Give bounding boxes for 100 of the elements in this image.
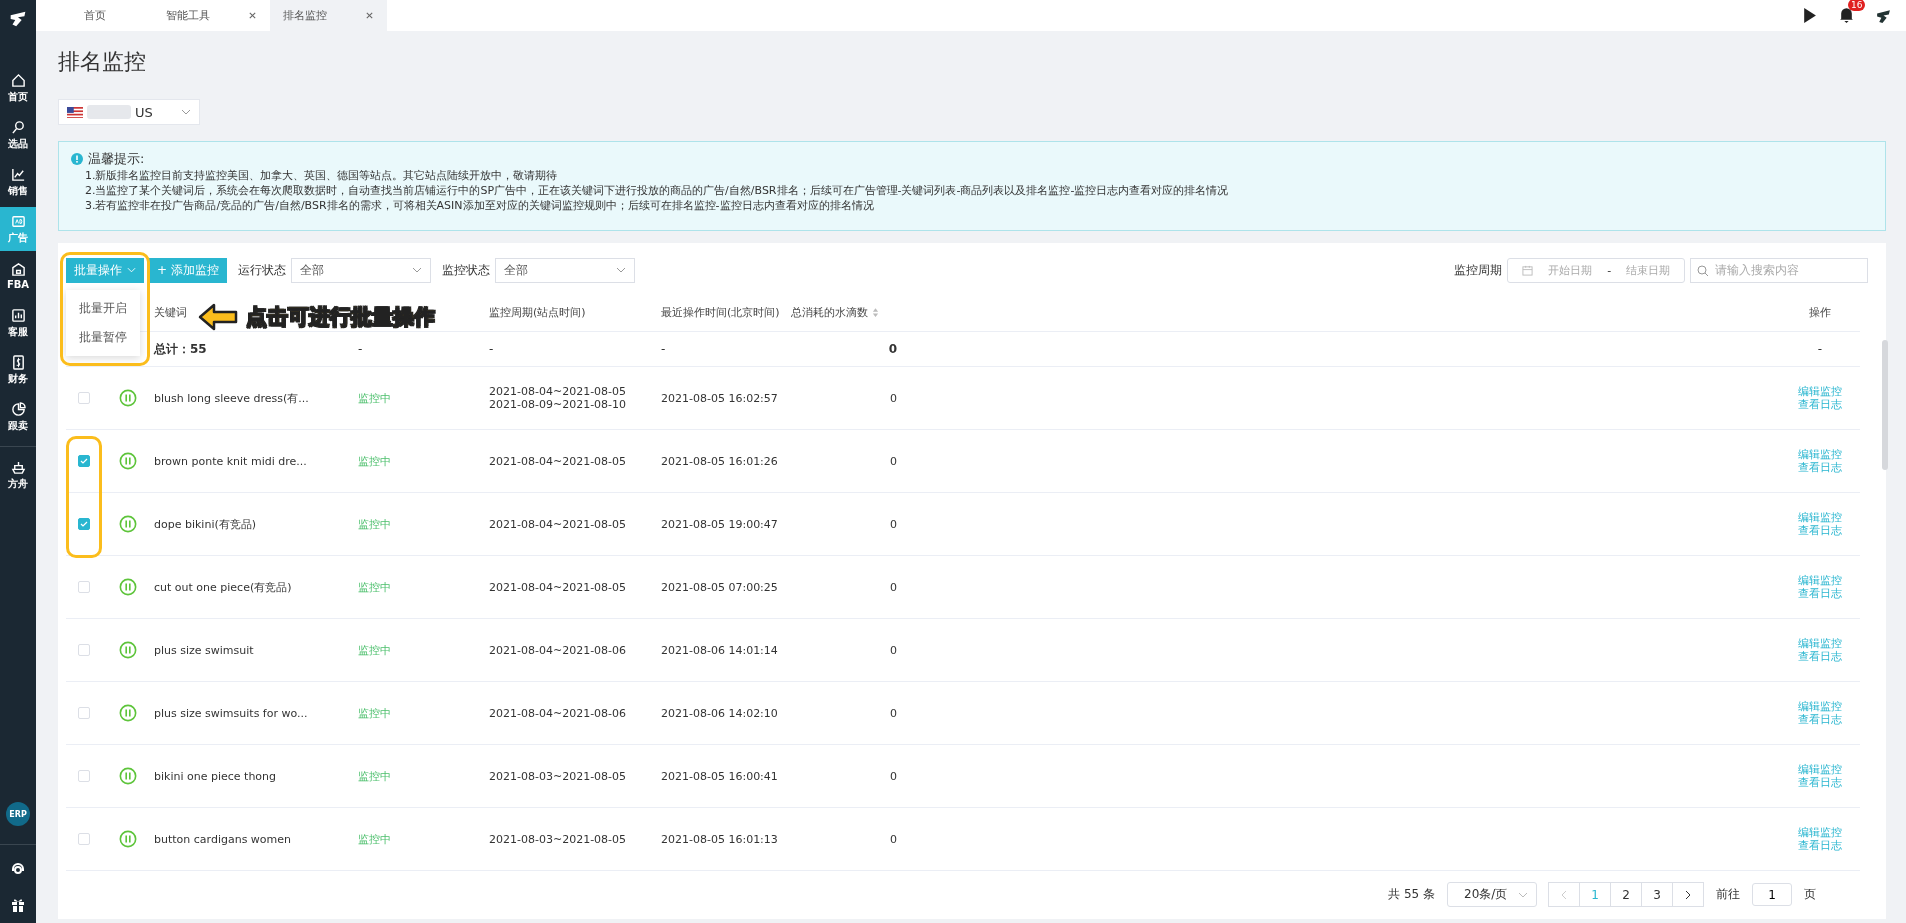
sidebar-item[interactable]: 跟卖 (0, 395, 36, 439)
table-cell-text: 0 (889, 580, 897, 594)
table-cell-text: 2021-08-04~2021-08-06 (489, 706, 628, 720)
sidebar-item[interactable]: 方舟 (0, 453, 36, 497)
status-text: 监控中 (358, 768, 392, 784)
table-cell-text: 2021-08-06 14:02:10 (661, 706, 779, 720)
total-label: 总计：55 (154, 340, 208, 358)
bar-chart-icon (10, 307, 26, 323)
menu-item[interactable]: 批量暂停 (66, 322, 140, 352)
table-cell-text: 0 (889, 517, 897, 531)
search-field[interactable]: 请输入搜索内容 (1690, 257, 1868, 283)
total-count: 共 55 条 (1388, 886, 1435, 903)
ad-icon (10, 213, 26, 229)
close-icon[interactable] (365, 11, 374, 20)
page-button[interactable]: 3 (1641, 882, 1673, 907)
table-cell-text: 2021-08-03~2021-08-05 (489, 832, 628, 846)
checkbox[interactable] (78, 518, 90, 530)
previous-page-button[interactable] (1548, 882, 1580, 907)
field-label: 监控周期 (1454, 261, 1502, 279)
sort-icon[interactable] (872, 306, 879, 318)
table-cell-text: bikini one piece thong (154, 769, 278, 783)
table-cell-text: 0 (887, 342, 897, 356)
search-icon (1697, 264, 1709, 277)
table-cell-text: 0 (889, 769, 897, 783)
sidebar-item[interactable]: 首页 (0, 66, 36, 110)
run-status-select[interactable]: 全部 (290, 257, 431, 283)
pause-icon[interactable] (119, 641, 137, 659)
page-button[interactable]: 2 (1610, 882, 1642, 907)
checkbox[interactable] (78, 455, 90, 467)
status-text: 监控中 (358, 390, 392, 406)
column-header[interactable]: 总消耗的水滴数 (791, 304, 868, 320)
pause-icon[interactable] (119, 578, 137, 596)
chart-icon (10, 166, 26, 182)
home-icon (10, 72, 26, 88)
sidebar-item[interactable]: 选品 (0, 113, 36, 157)
menu-item[interactable]: 批量开启 (66, 293, 140, 323)
chevron-down-icon (615, 267, 626, 273)
goto-label: 前往 (1716, 886, 1740, 903)
table-cell-text: 2021-08-05 16:01:26 (661, 454, 779, 468)
table-cell-text: 2021-08-04~2021-08-05 (489, 517, 628, 531)
table-cell-text: 2021-08-05 16:01:13 (661, 832, 779, 846)
date-range-field[interactable]: 开始日期 - 结束日期 (1507, 257, 1685, 283)
pause-icon[interactable] (119, 704, 137, 722)
table-cell-text: - (489, 342, 495, 356)
pause-icon[interactable] (119, 830, 137, 848)
calendar-icon (1521, 264, 1533, 276)
status-text: 监控中 (358, 453, 392, 469)
field-label: 运行状态 (237, 261, 286, 279)
notice-text: 1.新版排名监控目前支持监控美国、加拿大、英国、德国等站点。其它站点陆续开放中，敬请期待 (85, 169, 559, 183)
country-select[interactable]: US (58, 99, 200, 125)
table-cell-text: 2021-08-05 16:02:57 (661, 391, 779, 405)
sidebar-item[interactable]: 客服 (0, 301, 36, 345)
tab[interactable]: 首页 (36, 0, 153, 31)
chevron-right-icon (1685, 889, 1691, 900)
column-header: 关键词 (154, 304, 187, 320)
sidebar-item[interactable]: 财务 (0, 348, 36, 392)
next-page-button[interactable] (1672, 882, 1704, 907)
table-cell-text: dope bikini(有竞品) (154, 516, 258, 532)
table-cell-text: 2021-08-05 16:00:41 (661, 769, 779, 783)
chevron-left-icon (1561, 889, 1567, 900)
table-cell-text: blush long sleeve dress(有... (154, 390, 310, 406)
sidebar-item[interactable]: 销售 (0, 160, 36, 204)
dollar-icon (10, 354, 26, 370)
tab[interactable]: 智能工具 (153, 0, 270, 31)
table-cell-text: button cardigans women (154, 832, 293, 846)
column-header: 监控周期(站点时间) (489, 304, 587, 320)
table-cell-text: - (661, 342, 667, 356)
info-icon (71, 153, 83, 165)
field-label: 监控状态 (441, 261, 490, 279)
table-cell-text: brown ponte knit midi dre... (154, 454, 308, 468)
chevron-down-icon (1518, 891, 1528, 898)
tab[interactable]: 排名监控 (270, 0, 387, 31)
scrollbar-thumb[interactable] (1882, 340, 1888, 470)
sidebar-item[interactable]: FBA (0, 254, 36, 298)
page-size-select[interactable]: 20条/页 (1447, 882, 1537, 907)
arrow-icon (198, 302, 238, 331)
table-cell-text: cut out one piece(有竞品) (154, 579, 293, 595)
pause-icon[interactable] (119, 452, 137, 470)
chevron-down-icon (411, 267, 422, 273)
blurred-text (87, 105, 131, 119)
monitor-status-select[interactable]: 全部 (494, 257, 635, 283)
pause-icon[interactable] (119, 767, 137, 785)
erp-badge[interactable]: ERP (6, 802, 30, 826)
table-cell-text: - (1816, 342, 1824, 356)
page-input[interactable]: 1 (1752, 883, 1792, 906)
table-cell-text: 2021-08-05 07:00:25 (661, 580, 779, 594)
page-title: 排名监控 (58, 48, 147, 76)
gift-icon[interactable] (10, 897, 26, 913)
status-text: 监控中 (358, 705, 392, 721)
column-header: 操作 (1808, 304, 1832, 320)
notice-text: 3.若有监控非在投广告商品/竞品的广告/自然/BSR排名的需求，可将相关ASIN添加至对应的关键词监控规则中；后续可在排名监控-监控日志内查看对应的排名情况 (85, 199, 875, 213)
flag-icon (67, 106, 83, 118)
close-icon[interactable] (248, 11, 257, 20)
pause-icon[interactable] (119, 515, 137, 533)
status-text: 监控中 (358, 579, 392, 595)
table-cell-text: - (358, 342, 364, 356)
pause-icon[interactable] (119, 389, 137, 407)
page-suffix: 页 (1804, 886, 1816, 903)
house-icon (10, 262, 26, 277)
play-icon[interactable] (1801, 7, 1818, 24)
